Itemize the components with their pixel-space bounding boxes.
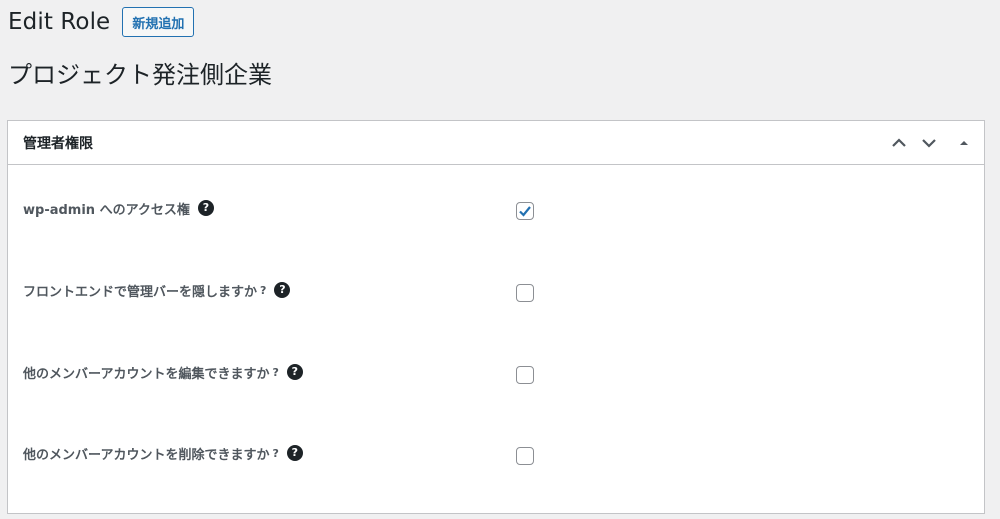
chevron-down-icon — [922, 138, 936, 148]
field-label: フロントエンドで管理バーを隠しますか ? ? — [23, 279, 291, 301]
role-name-heading: プロジェクト発注側企業 — [8, 61, 272, 89]
hide-admin-bar-checkbox[interactable] — [516, 284, 534, 302]
edit-members-checkbox[interactable] — [516, 366, 534, 384]
question-circle-icon[interactable]: ? — [286, 445, 303, 461]
field-row-wp-admin-access: wp-admin へのアクセス権 ? — [23, 197, 963, 227]
question-suffix: ? — [260, 283, 267, 297]
question-circle-icon[interactable]: ? — [197, 200, 214, 216]
move-down-button[interactable] — [914, 121, 944, 165]
chevron-up-icon — [892, 137, 906, 147]
field-label-text: 他のメンバーアカウントを編集できますか — [23, 366, 270, 382]
field-row-hide-admin-bar: フロントエンドで管理バーを隠しますか ? ? — [23, 279, 963, 309]
field-label-text: フロントエンドで管理バーを隠しますか — [23, 284, 258, 300]
delete-members-checkbox[interactable] — [516, 447, 534, 465]
question-circle-icon[interactable]: ? — [274, 282, 291, 298]
admin-permissions-postbox: 管理者権限 wp-admin へのアクセス権 ? フロントエンドで管理バーを隠し… — [7, 120, 985, 514]
page-title: Edit Role — [8, 9, 111, 35]
question-circle-icon[interactable]: ? — [286, 364, 303, 380]
field-label: 他のメンバーアカウントを編集できますか ? ? — [23, 361, 303, 383]
field-label-text: wp-admin へのアクセス権 — [23, 202, 190, 218]
question-suffix: ? — [272, 365, 279, 379]
field-label: 他のメンバーアカウントを削除できますか ? ? — [23, 442, 303, 464]
wp-admin-access-checkbox[interactable] — [516, 202, 534, 220]
checkmark-icon — [519, 206, 531, 217]
move-up-button[interactable] — [884, 121, 914, 165]
page-header: Edit Role 新規追加 — [8, 6, 195, 38]
postbox-handle-actions — [884, 121, 984, 164]
toggle-panel-button[interactable] — [944, 121, 984, 165]
triangle-up-icon — [960, 140, 968, 145]
question-suffix: ? — [272, 446, 279, 460]
field-label: wp-admin へのアクセス権 ? — [23, 197, 214, 219]
field-row-delete-members: 他のメンバーアカウントを削除できますか ? ? — [23, 442, 963, 472]
postbox-header: 管理者権限 — [8, 121, 984, 165]
field-row-edit-members: 他のメンバーアカウントを編集できますか ? ? — [23, 361, 963, 391]
postbox-title: 管理者権限 — [23, 135, 93, 152]
add-new-button[interactable]: 新規追加 — [122, 7, 195, 37]
field-label-text: 他のメンバーアカウントを削除できますか — [23, 447, 270, 463]
